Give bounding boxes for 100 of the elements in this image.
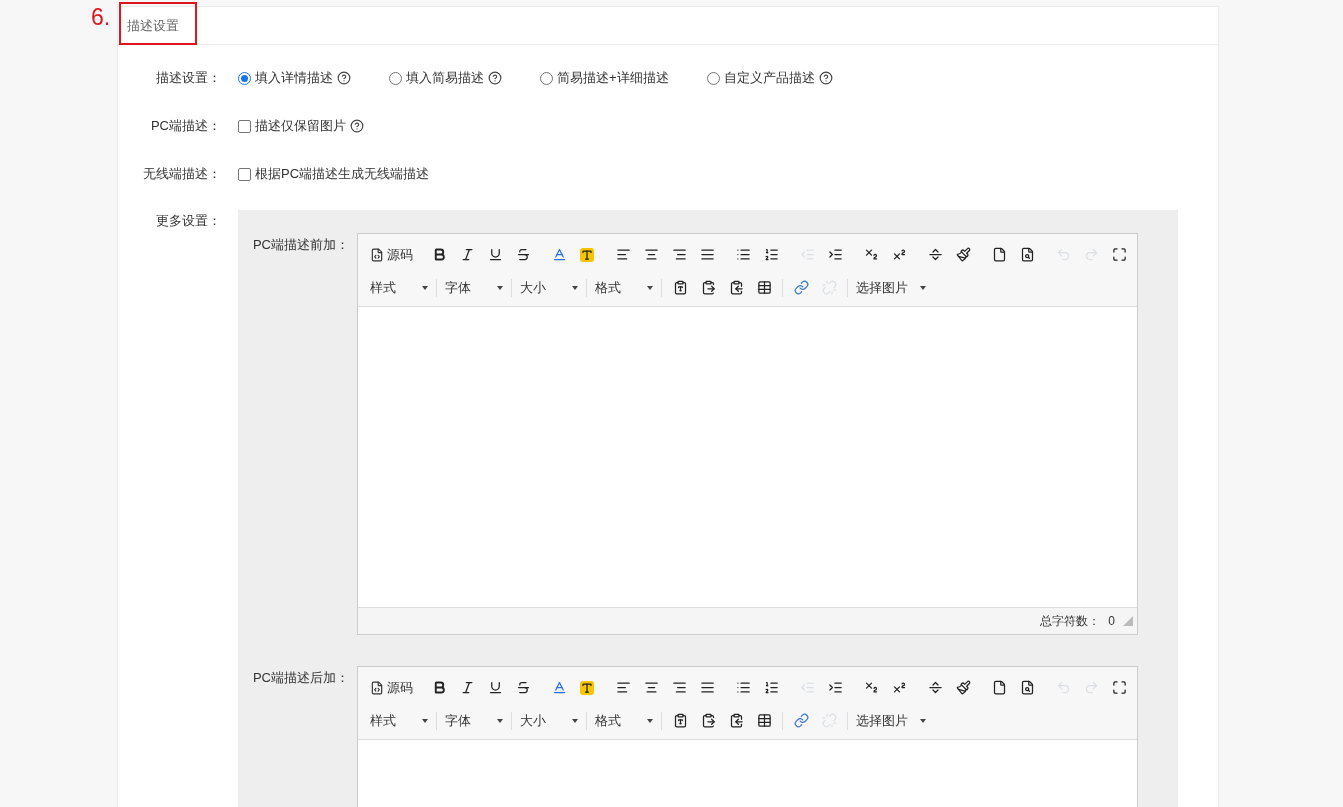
field-label: PC端描述： bbox=[149, 117, 221, 135]
clipboard-icon bbox=[672, 713, 688, 728]
caret-icon bbox=[422, 285, 428, 290]
dropdown-button[interactable]: 选择图片 bbox=[854, 276, 928, 299]
help-icon[interactable] bbox=[337, 71, 351, 85]
checkbox[interactable] bbox=[238, 119, 251, 133]
align-justify-icon bbox=[699, 680, 715, 695]
help-icon[interactable] bbox=[488, 71, 502, 85]
dropdown-button[interactable]: 格式 bbox=[593, 709, 655, 732]
editor-label: PC端描述后加： bbox=[251, 669, 349, 687]
radio-button[interactable] bbox=[238, 71, 251, 85]
option-label: 填入简易描述 bbox=[406, 69, 484, 87]
radio-button[interactable] bbox=[706, 71, 720, 85]
horizontal-rule-icon bbox=[927, 247, 943, 262]
field-label: 无线端描述： bbox=[142, 165, 221, 183]
document-search-icon bbox=[1019, 247, 1035, 262]
align-left-icon bbox=[615, 247, 631, 262]
underline-icon bbox=[487, 680, 503, 695]
superscript-icon bbox=[891, 680, 907, 695]
source-button[interactable]: 源码 bbox=[368, 676, 415, 699]
option-label: 根据PC端描述生成无线端描述 bbox=[255, 165, 430, 183]
unlink-icon bbox=[821, 280, 837, 295]
underline-icon bbox=[487, 247, 503, 262]
source-button[interactable]: 源码 bbox=[368, 243, 415, 266]
field-label: 描述设置： bbox=[155, 69, 221, 87]
caret-icon bbox=[497, 285, 503, 290]
italic-icon bbox=[459, 680, 475, 695]
indent-icon bbox=[827, 680, 843, 695]
clipboard-icon bbox=[728, 713, 744, 728]
radio-button[interactable] bbox=[389, 71, 402, 85]
undo-icon bbox=[1055, 247, 1071, 262]
caret-icon bbox=[647, 718, 653, 723]
dropdown-button[interactable]: 选择图片 bbox=[854, 709, 928, 732]
document-icon bbox=[991, 680, 1007, 695]
option-label: 简易描述+详细描述 bbox=[557, 69, 669, 87]
indent-icon bbox=[827, 247, 843, 262]
align-left-icon bbox=[615, 680, 631, 695]
highlight-icon bbox=[580, 247, 594, 262]
character-count-label: 总字符数： bbox=[1040, 612, 1101, 630]
numbered-list-icon bbox=[763, 247, 779, 262]
strikethrough-icon bbox=[515, 680, 531, 695]
link-icon bbox=[793, 280, 809, 295]
dropdown-button[interactable]: 样式 bbox=[368, 276, 430, 299]
document-icon bbox=[991, 247, 1007, 262]
bulleted-list-icon bbox=[735, 680, 751, 695]
dropdown-button[interactable]: 格式 bbox=[593, 276, 655, 299]
resize-grip-icon[interactable] bbox=[1123, 616, 1133, 626]
dropdown-button[interactable]: 字体 bbox=[443, 276, 505, 299]
section-number: 6. bbox=[91, 4, 111, 31]
align-justify-icon bbox=[699, 247, 715, 262]
dropdown-button[interactable]: 大小 bbox=[518, 709, 580, 732]
document-search-icon bbox=[1019, 680, 1035, 695]
dropdown-button[interactable]: 大小 bbox=[518, 276, 580, 299]
option-label: 填入详情描述 bbox=[255, 69, 333, 87]
align-center-icon bbox=[643, 680, 659, 695]
caret-icon bbox=[920, 285, 926, 290]
subscript-icon bbox=[863, 680, 879, 695]
redo-icon bbox=[1083, 680, 1099, 695]
dropdown-button[interactable]: 字体 bbox=[443, 709, 505, 732]
option-label: 描述仅保留图片 bbox=[255, 117, 346, 135]
undo-icon bbox=[1055, 680, 1071, 695]
caret-icon bbox=[920, 718, 926, 723]
unlink-icon bbox=[821, 713, 837, 728]
paintbrush-icon bbox=[955, 680, 971, 695]
caret-icon bbox=[572, 718, 578, 723]
checkbox[interactable] bbox=[238, 167, 251, 181]
section-title: 描述设置 bbox=[127, 16, 179, 35]
caret-icon bbox=[572, 285, 578, 290]
horizontal-rule-icon bbox=[927, 680, 943, 695]
table-icon bbox=[756, 713, 772, 728]
align-center-icon bbox=[643, 247, 659, 262]
subscript-icon bbox=[863, 247, 879, 262]
clipboard-icon bbox=[700, 280, 716, 295]
character-count: 0 bbox=[1108, 614, 1115, 628]
highlight-icon bbox=[580, 680, 594, 695]
font-color-icon bbox=[551, 680, 567, 695]
font-color-icon bbox=[551, 247, 567, 262]
table-icon bbox=[756, 280, 772, 295]
editor-label: PC端描述前加： bbox=[251, 236, 349, 254]
align-right-icon bbox=[671, 247, 687, 262]
numbered-list-icon bbox=[763, 680, 779, 695]
italic-icon bbox=[459, 247, 475, 262]
fullscreen-icon bbox=[1111, 247, 1127, 262]
fullscreen-icon bbox=[1111, 680, 1127, 695]
outdent-icon bbox=[799, 247, 815, 262]
caret-icon bbox=[647, 285, 653, 290]
dropdown-button[interactable]: 样式 bbox=[368, 709, 430, 732]
clipboard-icon bbox=[728, 280, 744, 295]
outdent-icon bbox=[799, 680, 815, 695]
clipboard-icon bbox=[672, 280, 688, 295]
paintbrush-icon bbox=[955, 247, 971, 262]
caret-icon bbox=[497, 718, 503, 723]
help-icon[interactable] bbox=[818, 71, 833, 85]
clipboard-icon bbox=[700, 713, 716, 728]
help-icon[interactable] bbox=[350, 119, 364, 133]
bulleted-list-icon bbox=[735, 247, 751, 262]
strikethrough-icon bbox=[515, 247, 531, 262]
radio-button[interactable] bbox=[540, 71, 553, 85]
field-label: 更多设置： bbox=[155, 212, 221, 230]
link-icon bbox=[793, 713, 809, 728]
